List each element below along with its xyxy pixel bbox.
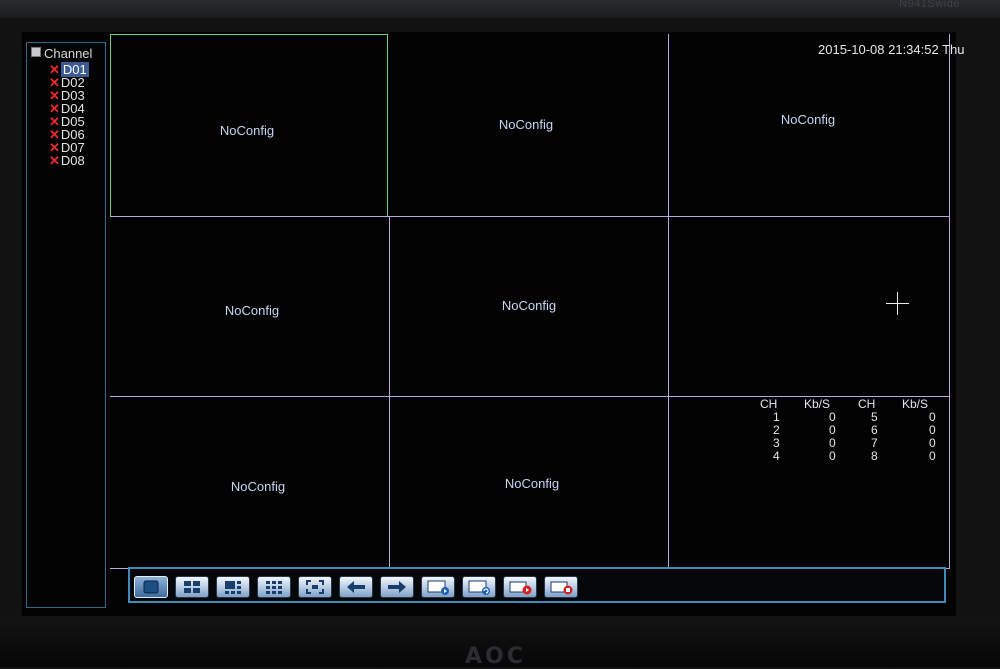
cell-7-status: NoConfig [230,479,286,494]
bitrate-panel: CH Kb/S CH Kb/S 1 0 5 0 2 0 6 0 3 0 7 0 … [760,398,960,464]
single-view-icon [143,580,159,594]
channel-tree-root[interactable]: Channel [31,46,92,61]
dvr-toolbar [128,567,946,603]
dvr-screen: Channel ✕ D01 ✕D02 ✕D03 ✕D04 ✕D05 ✕D06 ✕D… [22,32,965,616]
bitrate-header: Kb/S [902,397,929,411]
next-button[interactable] [380,576,414,598]
channel-tree: Channel ✕ D01 ✕D02 ✕D03 ✕D04 ✕D05 ✕D06 ✕D… [26,42,106,608]
grid-line [387,34,388,216]
record-start-icon [509,581,532,595]
quad-view-icon [184,581,200,593]
six-view-icon [225,581,241,594]
channel-label: D08 [60,153,85,168]
record-start-button[interactable] [503,576,537,598]
channel-tree-root-label: Channel [44,46,93,61]
cell-5-status: NoConfig [501,298,557,313]
single-view-button[interactable] [134,576,168,598]
channel-item-d08[interactable]: ✕D08 [49,154,85,167]
grid-line [110,34,388,35]
quad-view-button[interactable] [175,576,209,598]
fullscreen-icon [306,580,324,594]
grid-line [110,34,111,216]
previous-button[interactable] [339,576,373,598]
disconnected-icon: ✕ [49,153,60,168]
grid-line [668,34,669,568]
nine-view-button[interactable] [257,576,291,598]
next-arrow-icon [388,581,406,593]
record-stop-icon [550,581,573,595]
bitrate-header: Kb/S [804,397,831,411]
bitrate-cell: 0 [829,449,836,463]
nine-view-icon [266,581,282,594]
cell-1-status: NoConfig [219,123,275,138]
bitrate-cell: 4 [773,449,780,463]
cell-2-status: NoConfig [498,117,554,132]
cell-3-status: NoConfig [780,112,836,127]
tour-button[interactable] [462,576,496,598]
playback-icon [427,580,449,595]
grid-line [949,34,950,568]
grid-line [389,216,390,568]
tour-icon [468,580,490,595]
six-view-button[interactable] [216,576,250,598]
folder-icon [31,47,41,57]
datetime-overlay: 2015-10-08 21:34:52 Thu [818,42,965,57]
monitor-logo: AOC [465,644,526,669]
cell-4-status: NoConfig [224,303,280,318]
monitor-model-label: N941Swide [899,0,960,10]
bitrate-cell: 8 [871,449,878,463]
monitor-top-bezel: N941Swide [0,0,1000,18]
cell-8-status: NoConfig [504,476,560,491]
record-stop-button[interactable] [544,576,578,598]
video-grid: NoConfig NoConfig NoConfig NoConfig NoCo… [110,34,965,570]
crosshair-cursor-icon [886,292,909,315]
grid-line [110,216,950,217]
fullscreen-button[interactable] [298,576,332,598]
previous-arrow-icon [347,581,365,593]
playback-button[interactable] [421,576,455,598]
bitrate-cell: 0 [929,449,936,463]
